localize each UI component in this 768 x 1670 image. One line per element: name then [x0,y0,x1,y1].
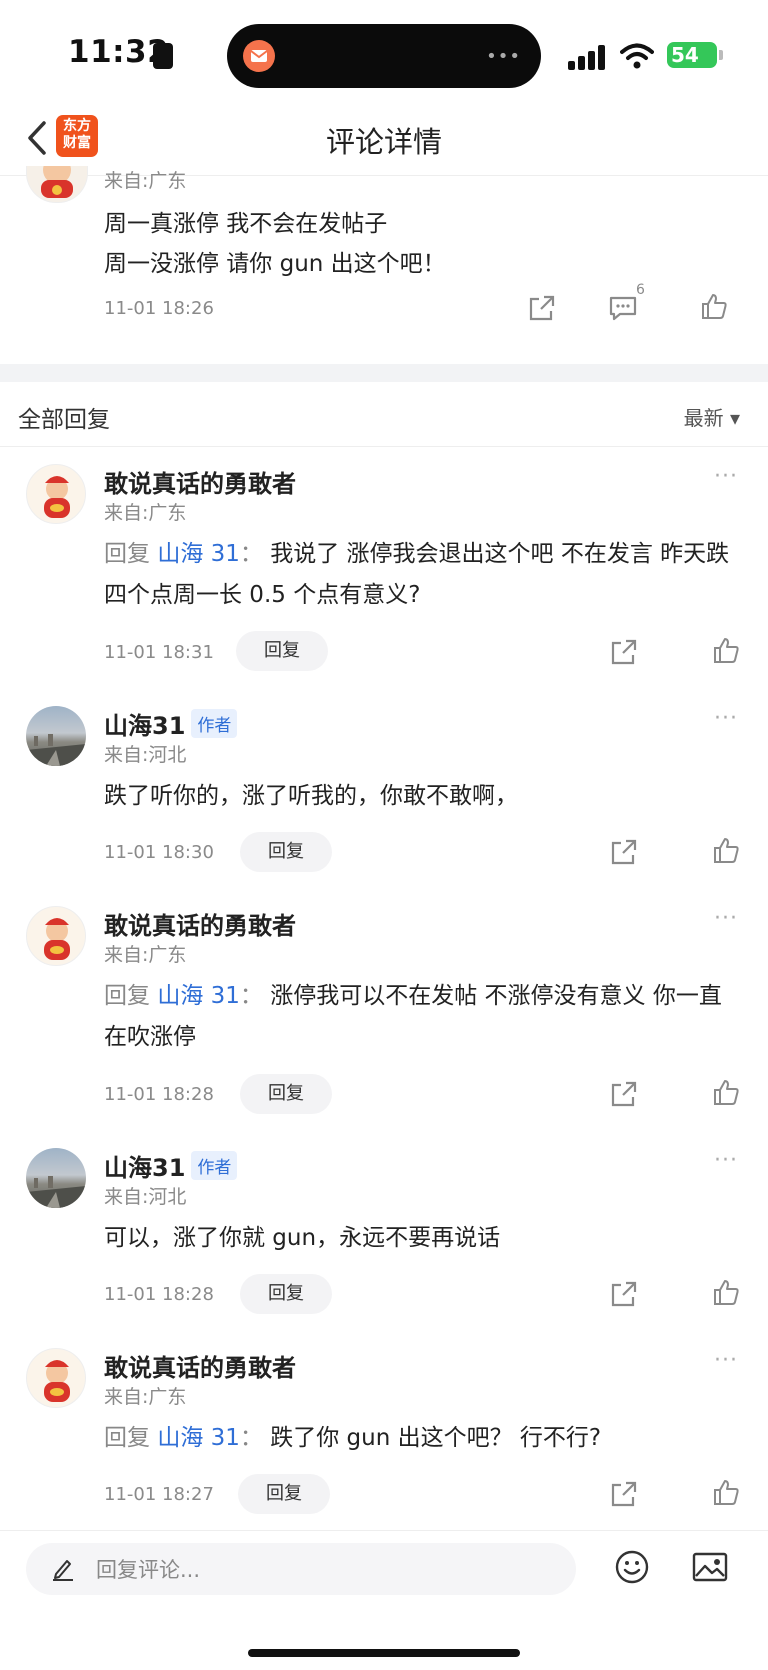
avatar[interactable] [26,1148,86,1208]
reply-prefix: 回复 [104,541,158,567]
reply-text: 回复 山海 31： 我说了 涨停我会退出这个吧 不在发言 昨天跌四个点周一长 0… [104,534,740,616]
location-label: 来自:广东 [104,170,187,192]
reply-prefix: 回复 [104,983,158,1009]
comment-count: 6 [636,282,645,298]
wifi-icon [620,42,654,70]
reply-separator: ： [239,983,271,1009]
reply-separator: ： [239,1425,271,1451]
location-label: 来自:广东 [104,502,187,524]
reply-button[interactable]: 回复 [240,832,332,872]
island-dots-icon: ••• [486,46,521,67]
replies-title: 全部回复 [18,407,110,433]
like-icon[interactable] [712,1078,740,1106]
share-icon[interactable] [610,838,638,866]
replies-header: 全部回复 最新 ▾ [0,382,768,447]
timestamp: 11-01 18:27 [104,1484,214,1505]
reply-text: 可以，涨了你就 gun，永远不要再说话 [104,1225,501,1251]
share-icon[interactable] [610,1280,638,1308]
more-options-icon[interactable]: ··· [714,906,738,931]
cellular-signal-icon [568,44,610,70]
username[interactable]: 敢说真话的勇敢者 [104,464,296,499]
avatar[interactable] [26,166,88,203]
avatar[interactable] [26,464,86,524]
reply-text: 跌了听你的，涨了听我的，你敢不敢啊， [104,783,518,809]
username[interactable]: 敢说真话的勇敢者 [104,906,296,941]
reply-input[interactable] [94,1551,558,1589]
author-badge: 作者 [191,1151,238,1180]
reply-to-user-link[interactable]: 山海 31 [157,1425,240,1451]
timestamp: 11-01 18:31 [104,642,214,663]
username[interactable]: 山海31 作者 [104,1148,238,1183]
avatar[interactable] [26,906,86,966]
username-text[interactable]: 山海31 [104,1154,185,1182]
comment-text-line: 周一真涨停 我不会在发帖子 [104,211,388,237]
pencil-icon [50,1556,76,1582]
comment-icon[interactable] [608,294,637,322]
reply-item: 敢说真话的勇敢者 来自:广东 ··· 回复 山海 31： 涨停我可以不在发帖 不… [0,888,768,1130]
more-options-icon[interactable]: ··· [714,464,738,489]
reply-text: 回复 山海 31： 跌了你 gun 出这个吧？ 行不行? [104,1418,740,1459]
reply-item: 敢说真话的勇敢者 来自:广东 ··· 回复 山海 31： 跌了你 gun 出这个… [0,1330,768,1530]
battery-icon: 54 [667,42,717,68]
like-icon[interactable] [712,836,740,864]
share-icon[interactable] [528,294,556,322]
share-icon[interactable] [610,1480,638,1508]
reply-item: 山海31 作者 来自:河北 ··· 可以，涨了你就 gun，永远不要再说话 11-… [0,1130,768,1330]
reply-to-user-link[interactable]: 山海 31 [157,983,240,1009]
more-options-icon[interactable]: ··· [714,1348,738,1373]
main-comment: 来自:广东 周一真涨停 我不会在发帖子 周一没涨停 请你 gun 出这个吧！ 1… [0,166,768,364]
share-icon[interactable] [610,1080,638,1108]
username[interactable]: 山海31 作者 [104,706,238,741]
emoji-icon[interactable] [614,1549,650,1585]
reply-item: 山海31 作者 来自:河北 ··· 跌了听你的，涨了听我的，你敢不敢啊， 11-0… [0,688,768,888]
like-icon[interactable] [712,1278,740,1306]
id-card-icon [153,43,173,69]
timestamp: 11-01 18:26 [104,298,214,319]
mail-app-icon [243,40,275,72]
section-divider [0,364,768,382]
status-bar: 11:32 ••• 54 [0,0,768,105]
reply-input-container[interactable] [26,1543,576,1595]
reply-prefix: 回复 [104,1425,158,1451]
reply-input-bar [0,1530,768,1670]
timestamp: 11-01 18:28 [104,1284,214,1305]
reply-to-user-link[interactable]: 山海 31 [157,541,240,567]
share-icon[interactable] [610,638,638,666]
reply-item: 敢说真话的勇敢者 来自:广东 ··· 回复 山海 31： 我说了 涨停我会退出这… [0,446,768,674]
location-label: 来自:河北 [104,744,187,766]
battery-cap [719,50,723,60]
location-label: 来自:广东 [104,944,187,966]
page-title: 评论详情 [325,125,442,159]
location-label: 来自:河北 [104,1186,187,1208]
reply-content: 跌了你 gun 出这个吧？ 行不行? [270,1425,602,1451]
like-icon[interactable] [712,636,740,664]
more-options-icon[interactable]: ··· [714,1148,738,1173]
timestamp: 11-01 18:28 [104,1084,214,1105]
reply-button[interactable]: 回复 [240,1074,332,1114]
location-label: 来自:广东 [104,1386,187,1408]
home-indicator[interactable] [248,1649,520,1657]
author-badge: 作者 [191,709,238,738]
like-icon[interactable] [700,292,728,320]
avatar[interactable] [26,706,86,766]
timestamp: 11-01 18:30 [104,842,214,863]
avatar[interactable] [26,1348,86,1408]
reply-button[interactable]: 回复 [238,1474,330,1514]
reply-separator: ： [239,541,271,567]
more-options-icon[interactable]: ··· [714,706,738,731]
reply-text: 回复 山海 31： 涨停我可以不在发帖 不涨停没有意义 你一直在吹涨停 [104,976,740,1058]
sort-dropdown[interactable]: 最新 ▾ [684,402,740,431]
image-icon[interactable] [692,1551,728,1583]
reply-button[interactable]: 回复 [240,1274,332,1314]
comment-text-line: 周一没涨停 请你 gun 出这个吧！ [104,251,446,277]
like-icon[interactable] [712,1478,740,1506]
reply-button[interactable]: 回复 [236,631,328,671]
dynamic-island[interactable]: ••• [227,24,541,88]
username[interactable]: 敢说真话的勇敢者 [104,1348,296,1383]
username-text[interactable]: 山海31 [104,712,185,740]
